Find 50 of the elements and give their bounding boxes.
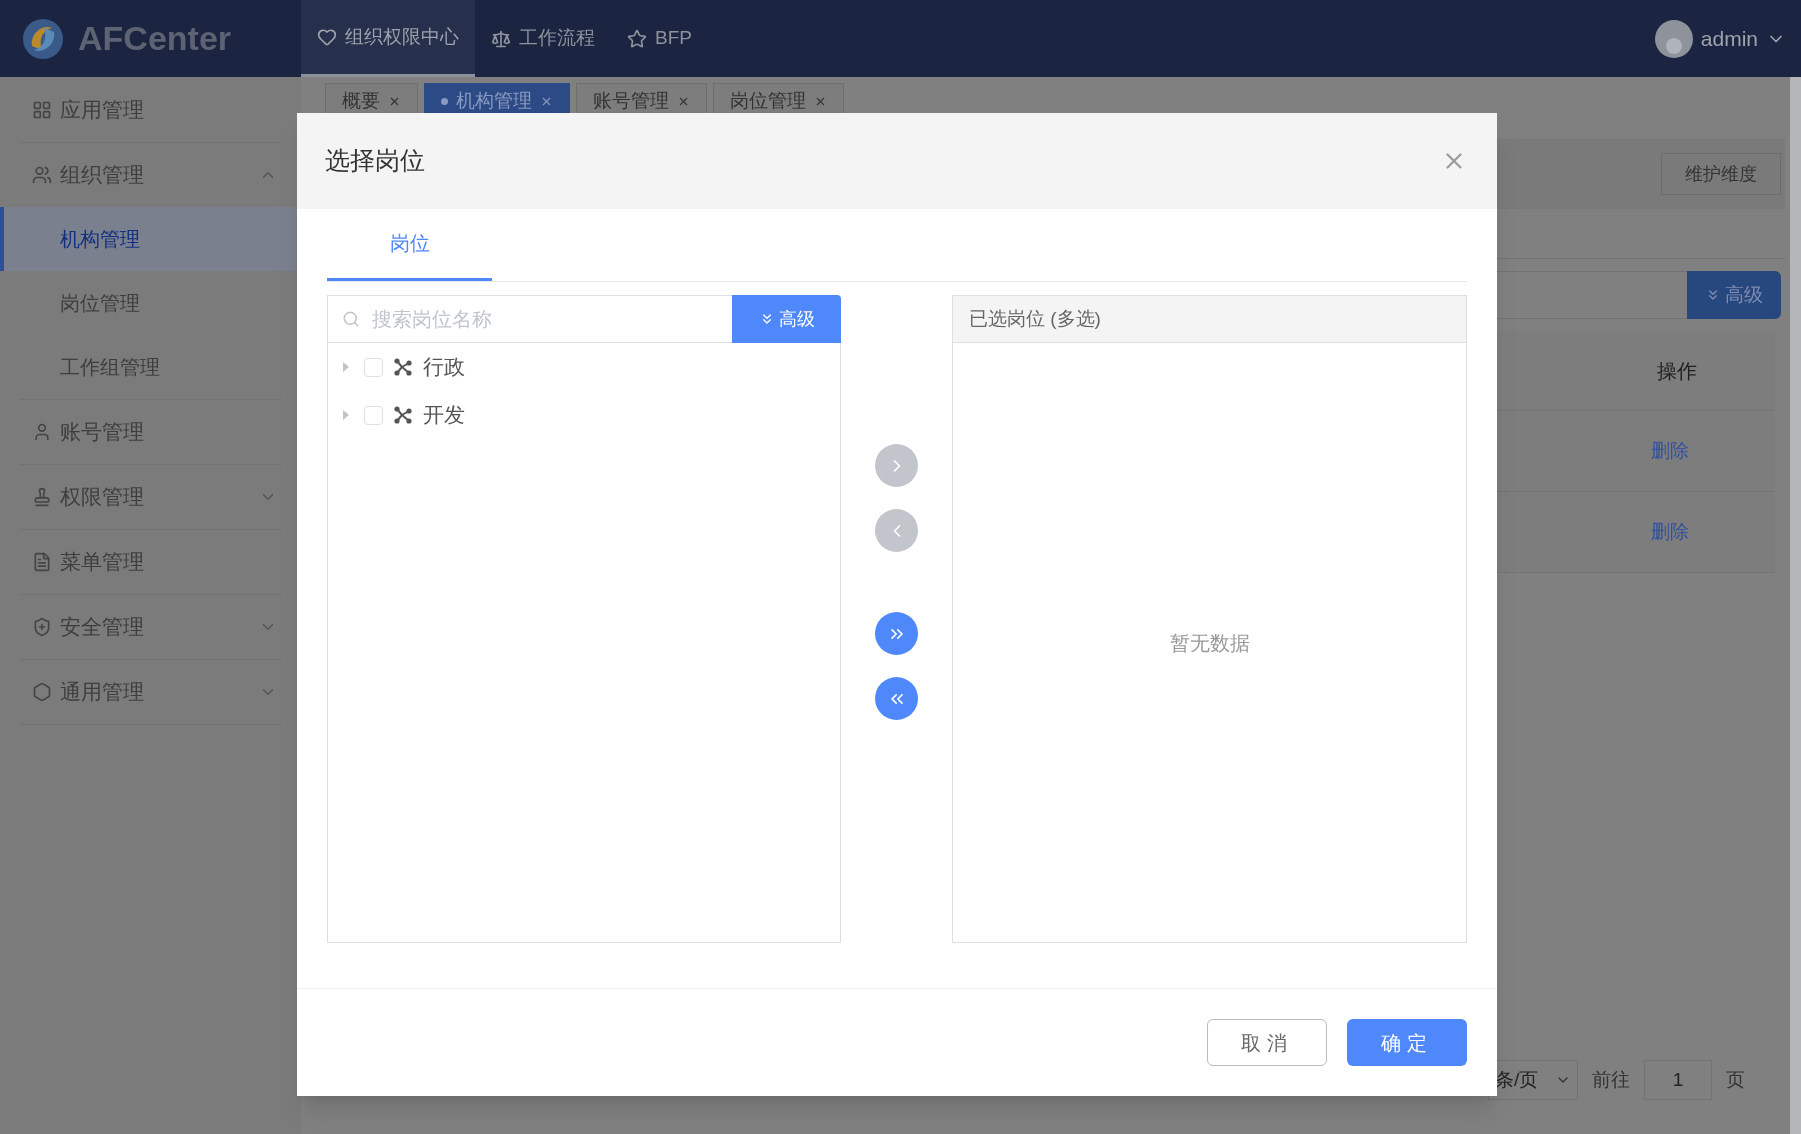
page-suffix: 页 xyxy=(1726,1067,1745,1092)
network-icon xyxy=(393,405,413,425)
sidebar-item[interactable]: 通用管理 xyxy=(20,660,281,724)
network-icon xyxy=(393,357,413,377)
star-icon xyxy=(627,28,647,49)
nav-tab[interactable]: 组织权限中心 xyxy=(301,0,475,77)
sidebar-item[interactable]: 组织管理 xyxy=(20,143,281,207)
maintain-dimension-button[interactable]: 维护维度 xyxy=(1661,153,1781,195)
nav-tab[interactable]: BFP xyxy=(611,0,708,77)
confirm-button[interactable]: 确定 xyxy=(1347,1019,1467,1066)
sidebar-item[interactable]: 安全管理 xyxy=(20,595,281,659)
search-icon xyxy=(342,310,360,328)
nav-tab[interactable]: 工作流程 xyxy=(475,0,611,77)
heart-icon xyxy=(317,27,337,47)
tree-node[interactable]: 开发 xyxy=(328,391,840,439)
sidebar-item[interactable]: 账号管理 xyxy=(20,400,281,464)
empty-text: 暂无数据 xyxy=(1169,630,1250,656)
panel-title: 已选岗位 (多选) xyxy=(969,306,1101,331)
hexagon-icon xyxy=(32,682,52,702)
delete-link[interactable]: 删除 xyxy=(1651,436,1689,466)
transfer-button[interactable] xyxy=(875,612,918,655)
scale-icon xyxy=(491,28,511,49)
shield-plus-icon xyxy=(32,617,52,637)
delete-link[interactable]: 删除 xyxy=(1651,517,1689,547)
user-icon xyxy=(32,422,52,442)
users-icon xyxy=(32,165,52,185)
dialog-tab[interactable]: 岗位 xyxy=(327,208,492,281)
column-header: 操作 xyxy=(1657,358,1697,384)
cancel-button[interactable]: 取消 xyxy=(1207,1019,1327,1066)
tree-node[interactable]: 行政 xyxy=(328,343,840,391)
transfer-button[interactable] xyxy=(875,677,918,720)
search-field[interactable]: 搜索岗位名称 xyxy=(327,295,732,343)
page-input[interactable]: 1 xyxy=(1644,1060,1712,1100)
advanced-button[interactable]: 高级 xyxy=(732,295,841,343)
document-icon xyxy=(32,552,52,572)
dialog-title: 选择岗位 xyxy=(325,145,425,177)
checkbox[interactable] xyxy=(364,357,383,377)
checkbox[interactable] xyxy=(364,405,383,425)
sidebar-subitem[interactable]: 工作组管理 xyxy=(0,335,301,399)
sidebar-item[interactable]: 应用管理 xyxy=(20,78,281,142)
sidebar-item[interactable]: 菜单管理 xyxy=(20,530,281,594)
user-name[interactable]: admin xyxy=(1700,22,1758,55)
sidebar-item[interactable]: 权限管理 xyxy=(20,465,281,529)
sidebar-subitem[interactable]: 岗位管理 xyxy=(0,271,301,335)
stamp-icon xyxy=(32,487,52,507)
advanced-button[interactable]: 高级 xyxy=(1687,271,1781,319)
avatar xyxy=(1654,19,1693,58)
logo-text: AFCenter xyxy=(78,18,232,59)
grid-icon xyxy=(32,100,52,120)
goto-label: 前往 xyxy=(1592,1067,1630,1092)
